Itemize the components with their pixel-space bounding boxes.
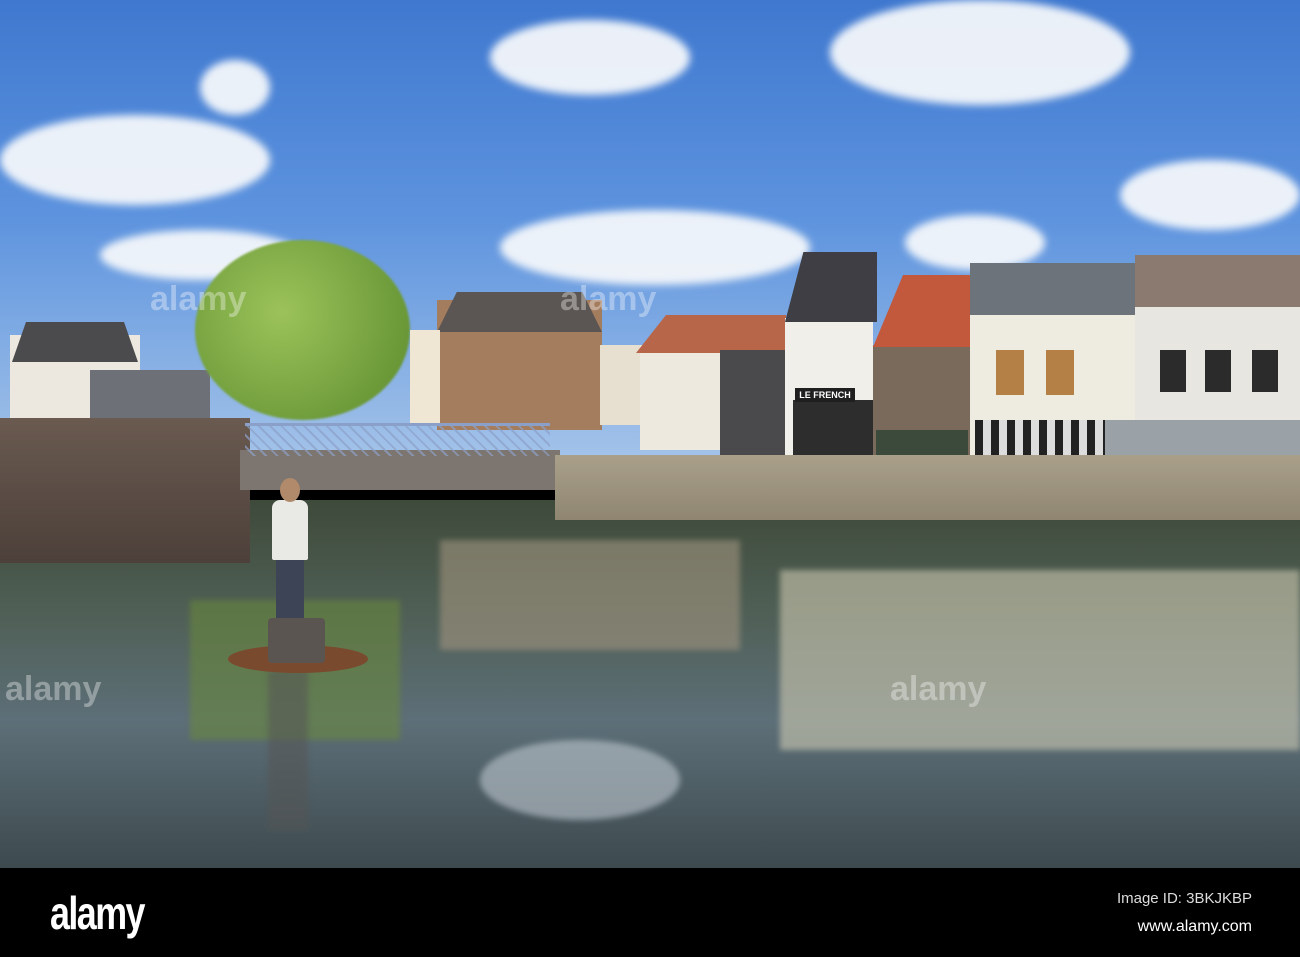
- roof: [1135, 255, 1300, 307]
- cloud: [490, 20, 690, 95]
- house: [600, 345, 640, 425]
- willow-tree: [195, 240, 410, 420]
- statue-head: [280, 478, 300, 502]
- window: [1160, 350, 1186, 392]
- house: [410, 330, 440, 425]
- statue-reflection: [268, 670, 308, 830]
- image-id: Image ID: 3BKJKBP: [1116, 890, 1252, 907]
- cloud: [830, 0, 1130, 105]
- cloud: [0, 115, 270, 205]
- sky-reflection: [480, 740, 680, 820]
- cloud: [200, 60, 270, 115]
- boarded-window: [1046, 350, 1074, 395]
- footer-bar: alamy Image ID: 3BKJKBP www.alamy.com: [0, 868, 1300, 957]
- website-link: www.alamy.com: [1137, 918, 1252, 935]
- statue-legs: [276, 558, 304, 618]
- boarded-window: [996, 350, 1024, 395]
- watermark: alamy: [560, 280, 657, 318]
- house: [640, 345, 720, 450]
- bridge-railing: [245, 423, 550, 456]
- cloud: [905, 215, 1045, 270]
- stone-wall: [0, 418, 250, 563]
- statue: [272, 500, 308, 560]
- watermark: alamy: [890, 670, 987, 708]
- watermark: alamy: [5, 670, 102, 708]
- quay: [555, 455, 1300, 520]
- roof: [12, 322, 138, 362]
- statue-pedestal: [268, 618, 325, 663]
- storefront-sign: LE FRENCH: [795, 388, 855, 402]
- window: [1252, 350, 1278, 392]
- cloud: [500, 210, 810, 285]
- alamy-logo: alamy: [50, 887, 146, 939]
- house: [90, 370, 210, 420]
- cloud: [1120, 160, 1300, 230]
- building-reflection: [440, 540, 740, 650]
- watermark: alamy: [150, 280, 247, 318]
- window: [1205, 350, 1231, 392]
- roof: [970, 263, 1135, 315]
- house: [720, 350, 785, 455]
- canal-photo: LE FRENCH alamy alamy alamy alamy: [0, 0, 1300, 868]
- building-reflection: [780, 570, 1300, 750]
